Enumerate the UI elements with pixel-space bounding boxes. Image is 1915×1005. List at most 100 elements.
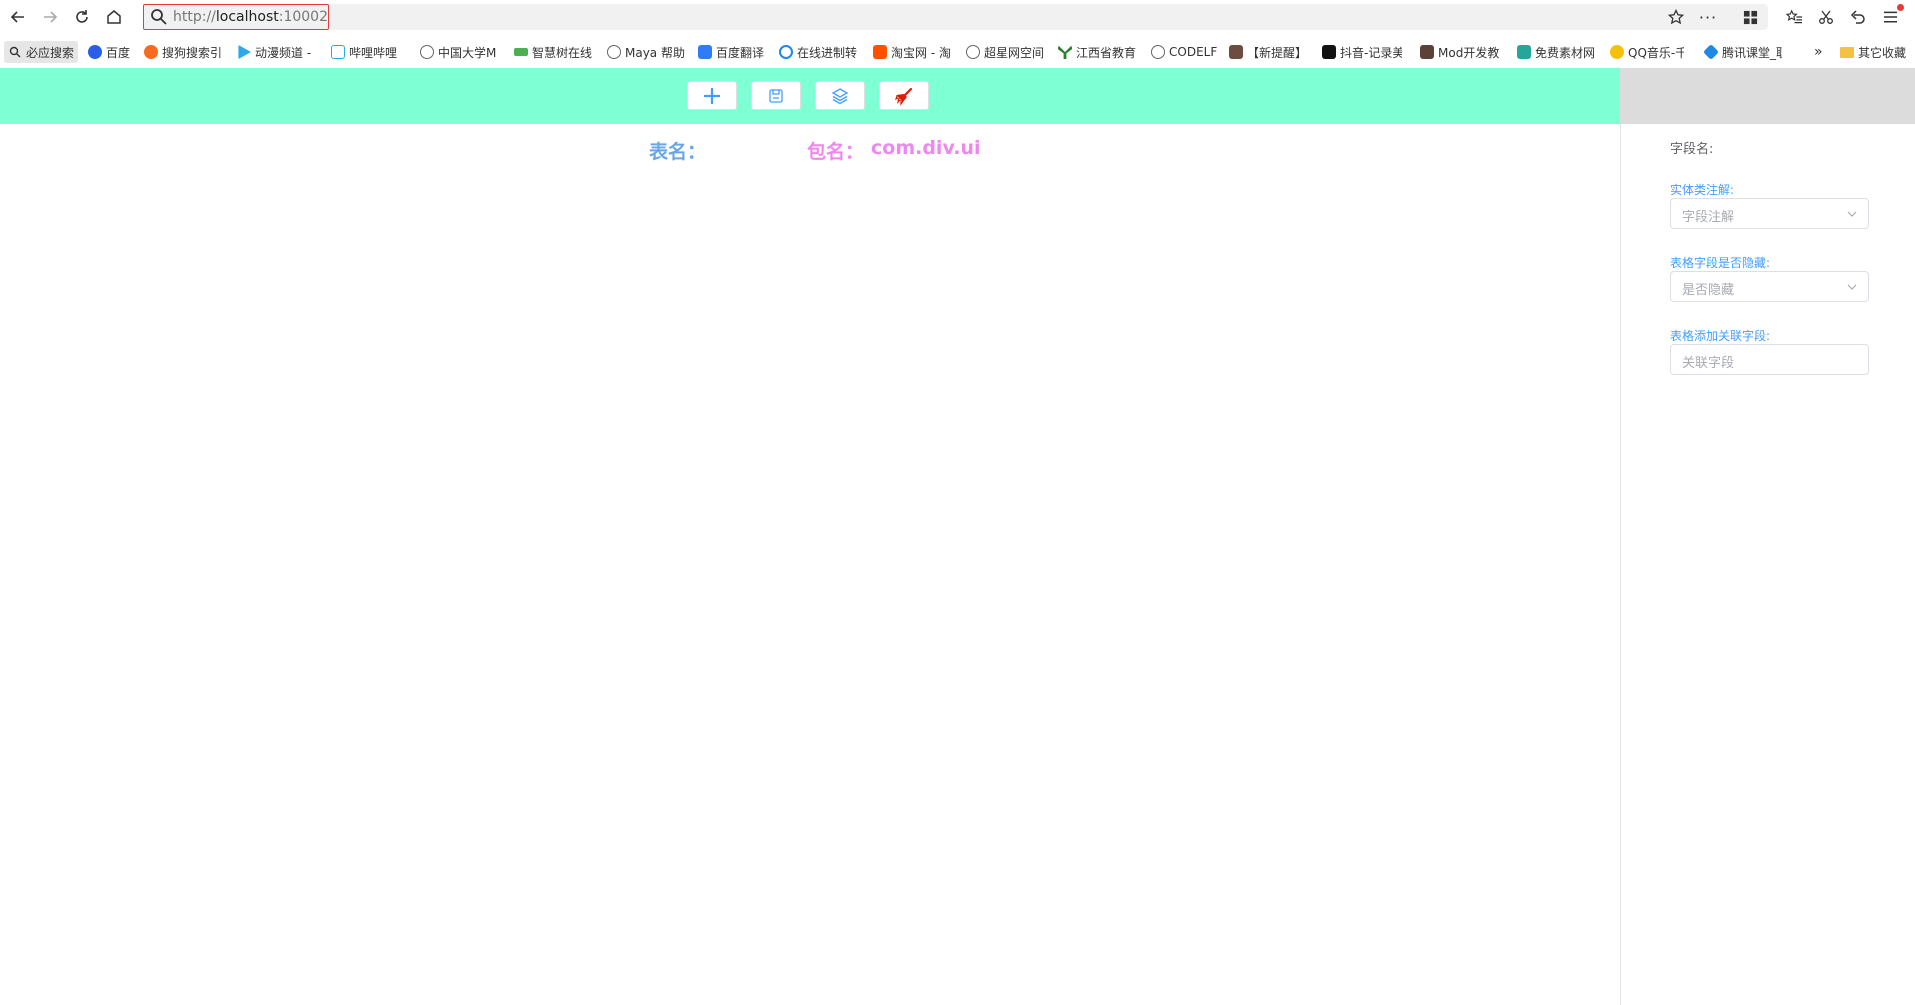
bookmark-label: 百度 bbox=[106, 45, 131, 60]
url-host: localhost bbox=[215, 9, 279, 25]
bookmark-label: 超星网空间 bbox=[984, 45, 1045, 60]
hidden-field-placeholder: 是否隐藏 bbox=[1682, 283, 1735, 298]
forward-button[interactable] bbox=[38, 5, 62, 29]
other-bookmarks-folder[interactable]: 其它收藏 bbox=[1840, 41, 1906, 63]
notification-dot bbox=[1897, 4, 1904, 11]
play-icon bbox=[238, 45, 251, 59]
bookmark-label: Mod开发教 bbox=[1438, 45, 1500, 60]
globe-icon bbox=[607, 45, 621, 59]
bookmark-overflow-button[interactable]: » bbox=[1814, 41, 1823, 63]
home-icon bbox=[107, 10, 121, 24]
entity-annotation-placeholder: 字段注解 bbox=[1682, 210, 1735, 225]
bookmark-item[interactable]: 智慧树在线 bbox=[514, 41, 594, 63]
screenshot-button[interactable] bbox=[1814, 5, 1838, 29]
layers-icon bbox=[831, 87, 849, 104]
home-button[interactable] bbox=[102, 5, 126, 29]
bookmark-item[interactable]: 动漫频道 - bbox=[237, 41, 315, 63]
search-icon bbox=[151, 9, 167, 25]
box-icon bbox=[1420, 45, 1434, 59]
star-icon bbox=[1668, 9, 1684, 25]
bookmark-item[interactable]: 抖音-记录美 bbox=[1322, 41, 1402, 63]
chevron-down-icon bbox=[1847, 284, 1857, 290]
table-info-header: 表名： 包名： com.div.ui bbox=[0, 137, 1620, 163]
tiktok-icon bbox=[1322, 45, 1336, 59]
relation-field-placeholder: 关联字段 bbox=[1682, 356, 1735, 371]
bookmark-star-button[interactable] bbox=[1664, 5, 1688, 29]
bookmark-label: 百度翻译 bbox=[716, 45, 765, 60]
entity-annotation-select[interactable]: 字段注解 bbox=[1670, 198, 1869, 229]
bookmark-item[interactable]: 必应搜索 bbox=[4, 41, 79, 63]
zhihuishu-icon bbox=[514, 48, 528, 56]
bookmark-label: 动漫频道 - bbox=[255, 45, 312, 60]
box-icon bbox=[1229, 45, 1243, 59]
save-icon bbox=[769, 88, 783, 103]
bookmark-item[interactable]: 腾讯课堂_职 bbox=[1704, 41, 1782, 63]
address-bar[interactable]: http://localhost:10002 bbox=[143, 4, 1768, 30]
entity-annotation-label: 实体类注解: bbox=[1670, 183, 1735, 197]
chevron-double-right-icon: » bbox=[1814, 44, 1823, 60]
bookmark-label: Maya 帮助 bbox=[625, 45, 685, 60]
relation-field-input[interactable]: 关联字段 bbox=[1670, 344, 1869, 375]
bookmark-label: 淘宝网 - 淘 bbox=[891, 45, 951, 60]
bookmark-item[interactable]: QQ音乐-千 bbox=[1610, 41, 1684, 63]
converter-icon bbox=[779, 45, 793, 59]
grid-icon bbox=[1743, 10, 1757, 24]
tencent-class-icon bbox=[1704, 44, 1719, 60]
jiangxi-edu-icon bbox=[1058, 45, 1072, 59]
properties-panel: 字段名: 实体类注解: 字段注解 表格字段是否隐藏: 是否隐藏 表格添加关联字段… bbox=[1620, 124, 1915, 1005]
bookmark-item[interactable]: Maya 帮助 bbox=[607, 41, 689, 63]
broom-icon bbox=[894, 87, 913, 106]
globe-icon bbox=[1151, 45, 1165, 59]
baidu-icon bbox=[88, 45, 102, 59]
bookmark-item[interactable]: 中国大学M bbox=[420, 41, 500, 63]
bookmark-label: 江西省教育 bbox=[1076, 45, 1137, 60]
bookmark-item[interactable]: CODELF bbox=[1151, 41, 1221, 63]
bookmark-item[interactable]: 哔哩哔哩 bbox=[331, 41, 405, 63]
search-icon bbox=[9, 46, 21, 58]
bookmark-label: 免费素材网 bbox=[1535, 45, 1596, 60]
hidden-field-select[interactable]: 是否隐藏 bbox=[1670, 271, 1869, 302]
reload-button[interactable] bbox=[70, 5, 94, 29]
undo-button[interactable] bbox=[1846, 5, 1870, 29]
bookmark-label: 中国大学M bbox=[438, 45, 497, 60]
bookmark-item[interactable]: 搜狗搜索引 bbox=[144, 41, 224, 63]
bookmark-label: 哔哩哔哩 bbox=[349, 45, 398, 60]
bookmark-item[interactable]: 超星网空间 bbox=[966, 41, 1046, 63]
add-button[interactable] bbox=[687, 81, 737, 110]
sogou-icon bbox=[144, 45, 158, 59]
bilibili-icon bbox=[331, 45, 345, 59]
field-name-label: 字段名: bbox=[1670, 142, 1714, 157]
globe-icon bbox=[966, 45, 980, 59]
bookmark-label: 抖音-记录美 bbox=[1340, 45, 1402, 60]
bookmark-item[interactable]: 在线进制转 bbox=[779, 41, 859, 63]
more-options-button[interactable]: ··· bbox=[1696, 5, 1720, 29]
bookmark-item[interactable]: 百度 bbox=[88, 41, 136, 63]
bookmark-label: 搜狗搜索引 bbox=[162, 45, 223, 60]
undo-icon bbox=[1850, 10, 1865, 24]
scissors-icon bbox=[1819, 10, 1833, 24]
bookmark-label: 在线进制转 bbox=[797, 45, 858, 60]
arrow-right-icon bbox=[44, 11, 58, 23]
table-name-label: 表名： bbox=[649, 141, 707, 163]
hidden-field-label: 表格字段是否隐藏: bbox=[1670, 256, 1771, 270]
plus-icon bbox=[704, 87, 720, 104]
material-icon bbox=[1517, 45, 1531, 59]
bookmark-item[interactable]: Mod开发教 bbox=[1420, 41, 1504, 63]
url-text[interactable]: http://localhost:10002 bbox=[173, 9, 328, 25]
clear-button[interactable] bbox=[879, 81, 929, 110]
bookmark-item[interactable]: 【新提醒】 bbox=[1229, 41, 1309, 63]
layers-button[interactable] bbox=[815, 81, 865, 110]
folder-icon bbox=[1840, 46, 1854, 58]
bookmark-item[interactable]: 淘宝网 - 淘 bbox=[873, 41, 953, 63]
back-button[interactable] bbox=[6, 5, 30, 29]
package-name-value: com.div.ui bbox=[871, 137, 981, 159]
save-button[interactable] bbox=[751, 81, 801, 110]
qqmusic-icon bbox=[1610, 45, 1624, 59]
favorites-button[interactable] bbox=[1782, 5, 1806, 29]
apps-button[interactable] bbox=[1738, 5, 1762, 29]
url-scheme: http:// bbox=[173, 9, 216, 25]
hamburger-icon bbox=[1883, 11, 1897, 23]
bookmark-item[interactable]: 免费素材网 bbox=[1517, 41, 1597, 63]
bookmark-item[interactable]: 百度翻译 bbox=[698, 41, 770, 63]
bookmark-item[interactable]: 江西省教育 bbox=[1058, 41, 1138, 63]
